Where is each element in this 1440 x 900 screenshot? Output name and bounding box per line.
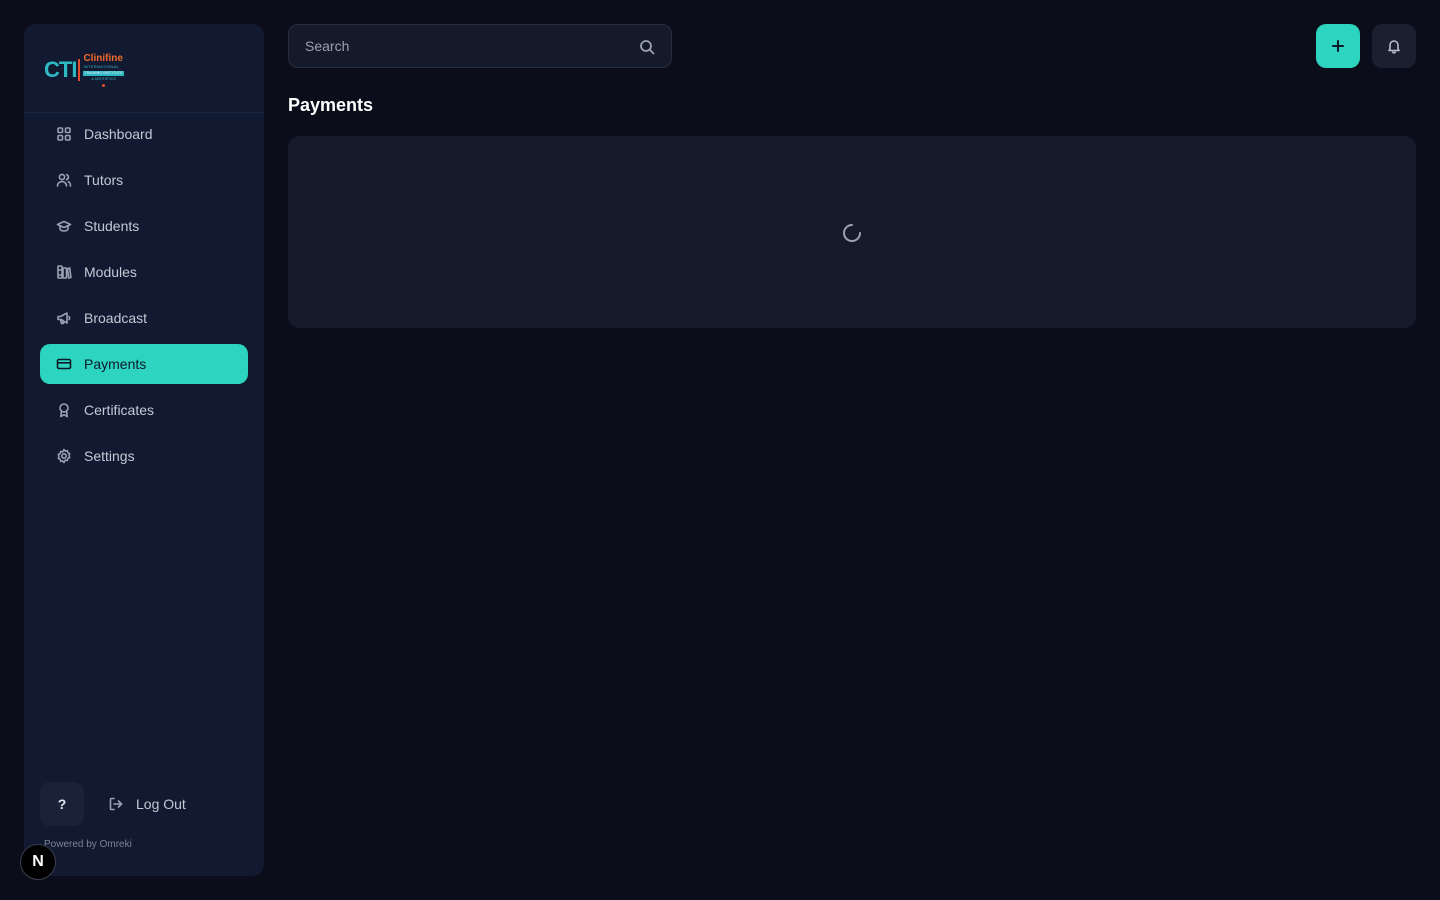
help-button[interactable]: ?: [40, 782, 84, 826]
logo-area: CTI Clinifine INTERNATIONAL TRAINING INS…: [24, 24, 264, 113]
logo-text: Clinifine INTERNATIONAL TRAINING INSTITU…: [83, 53, 124, 87]
notifications-button[interactable]: [1372, 24, 1416, 68]
graduation-cap-icon: [56, 218, 72, 234]
logout-icon: [109, 797, 123, 811]
loading-spinner-icon: [841, 222, 863, 244]
sidebar-item-students[interactable]: Students: [40, 206, 248, 246]
sidebar-item-label: Payments: [84, 356, 147, 372]
logo-line2: TRAINING INSTITUTE: [83, 71, 124, 77]
sidebar-item-certificates[interactable]: Certificates: [40, 390, 248, 430]
search-bar: [288, 24, 672, 68]
award-icon: [56, 402, 72, 418]
sidebar-nav: Dashboard Tutors Students Modules Broadc…: [40, 114, 248, 476]
logo-mark: CTI: [44, 57, 77, 83]
logo-line1: INTERNATIONAL: [83, 64, 120, 69]
sidebar-item-label: Tutors: [84, 172, 124, 188]
page-title: Payments: [288, 95, 374, 115]
sidebar-item-label: Broadcast: [84, 310, 148, 326]
sidebar: CTI Clinifine INTERNATIONAL TRAINING INS…: [24, 24, 264, 876]
sidebar-item-tutors[interactable]: Tutors: [40, 160, 248, 200]
sidebar-item-settings[interactable]: Settings: [40, 436, 248, 476]
dev-tools-badge[interactable]: N: [20, 844, 56, 880]
logout-button[interactable]: Log Out: [108, 792, 186, 816]
megaphone-icon: [56, 310, 72, 326]
search-icon[interactable]: [639, 39, 655, 55]
add-button[interactable]: [1316, 24, 1360, 68]
sidebar-item-dashboard[interactable]: Dashboard: [40, 114, 248, 154]
sidebar-item-modules[interactable]: Modules: [40, 252, 248, 292]
plus-icon: [1332, 40, 1344, 52]
sidebar-item-label: Dashboard: [84, 126, 153, 142]
sidebar-item-broadcast[interactable]: Broadcast: [40, 298, 248, 338]
users-icon: [56, 172, 72, 188]
logo-dot: [102, 83, 106, 87]
brand-logo[interactable]: CTI Clinifine INTERNATIONAL TRAINING INS…: [44, 54, 124, 87]
sidebar-item-label: Settings: [84, 448, 135, 464]
logo-name: Clinifine: [83, 53, 123, 64]
gear-icon: [56, 448, 72, 464]
search-input[interactable]: [289, 38, 619, 54]
powered-by: Powered by Omreki: [44, 839, 132, 850]
logo-line3: & AESTHETICS: [91, 77, 116, 82]
sidebar-item-label: Certificates: [84, 402, 155, 418]
grid-icon: [56, 126, 72, 142]
credit-card-icon: [56, 356, 72, 372]
logo-divider: [78, 59, 81, 82]
bell-icon: [1388, 40, 1400, 54]
sidebar-item-payments[interactable]: Payments: [40, 344, 248, 384]
library-icon: [56, 264, 72, 280]
sidebar-item-label: Students: [84, 218, 140, 234]
sidebar-item-label: Modules: [84, 264, 137, 280]
payments-card: [288, 136, 1416, 328]
logout-label: Log Out: [136, 796, 186, 812]
